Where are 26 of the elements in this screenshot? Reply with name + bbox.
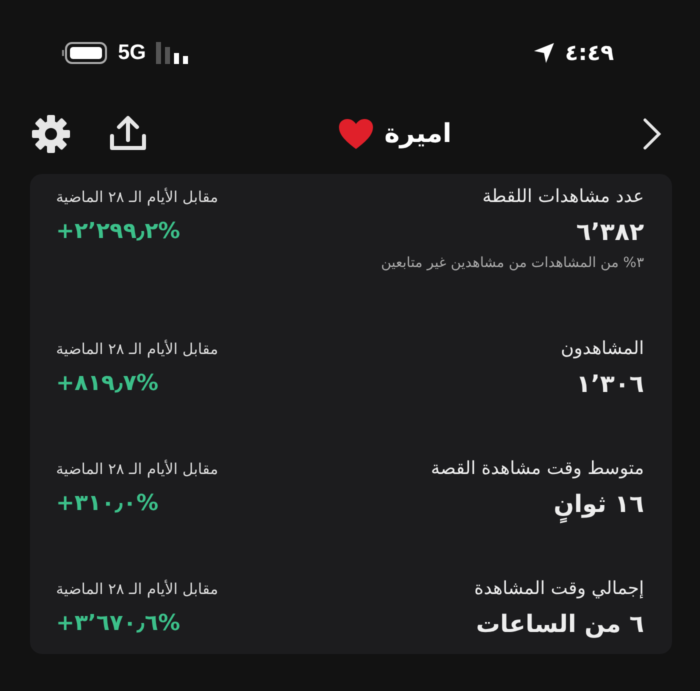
battery-icon [62, 42, 108, 64]
metric-value: ١٬٣٠٦ [575, 369, 644, 400]
heart-icon [338, 118, 374, 150]
metric-value: ٦ من الساعات [474, 609, 644, 640]
metric-label: عدد مشاهدات اللقطة [481, 185, 644, 209]
change-percent: +٨١٩٫٧% [56, 370, 160, 398]
metric-value: ٦٬٣٨٢ [575, 217, 644, 248]
change-percent: +٢٬٢٩٩٫٢% [56, 218, 182, 246]
change-percent: +٣٬٦٧٠٫٦% [56, 610, 182, 638]
comparison-label: مقابل الأيام الـ ٢٨ الماضية [56, 338, 218, 360]
signal-icon [156, 42, 190, 64]
profile-title: اميرة [384, 119, 452, 149]
change-percent: +٣١٠٫٠% [56, 490, 160, 518]
network-label: 5G [118, 41, 146, 65]
settings-icon[interactable] [30, 113, 72, 155]
chevron-right-icon[interactable] [642, 117, 662, 151]
metric-label: متوسط وقت مشاهدة القصة [430, 457, 644, 481]
metric-label: المشاهدون [560, 337, 644, 361]
comparison-label: مقابل الأيام الـ ٢٨ الماضية [56, 578, 218, 600]
metric-value: ١٦ ثوانٍ [430, 484, 644, 524]
location-arrow-icon [532, 42, 555, 64]
status-time: ٤:٤٩ [564, 40, 614, 66]
metric-note: ٣% من المشاهدات من مشاهدين غير متابعين [381, 254, 644, 273]
comparison-label: مقابل الأيام الـ ٢٨ الماضية [56, 186, 218, 208]
comparison-label: مقابل الأيام الـ ٢٨ الماضية [56, 458, 218, 480]
metric-label: إجمالي وقت المشاهدة [474, 577, 644, 601]
